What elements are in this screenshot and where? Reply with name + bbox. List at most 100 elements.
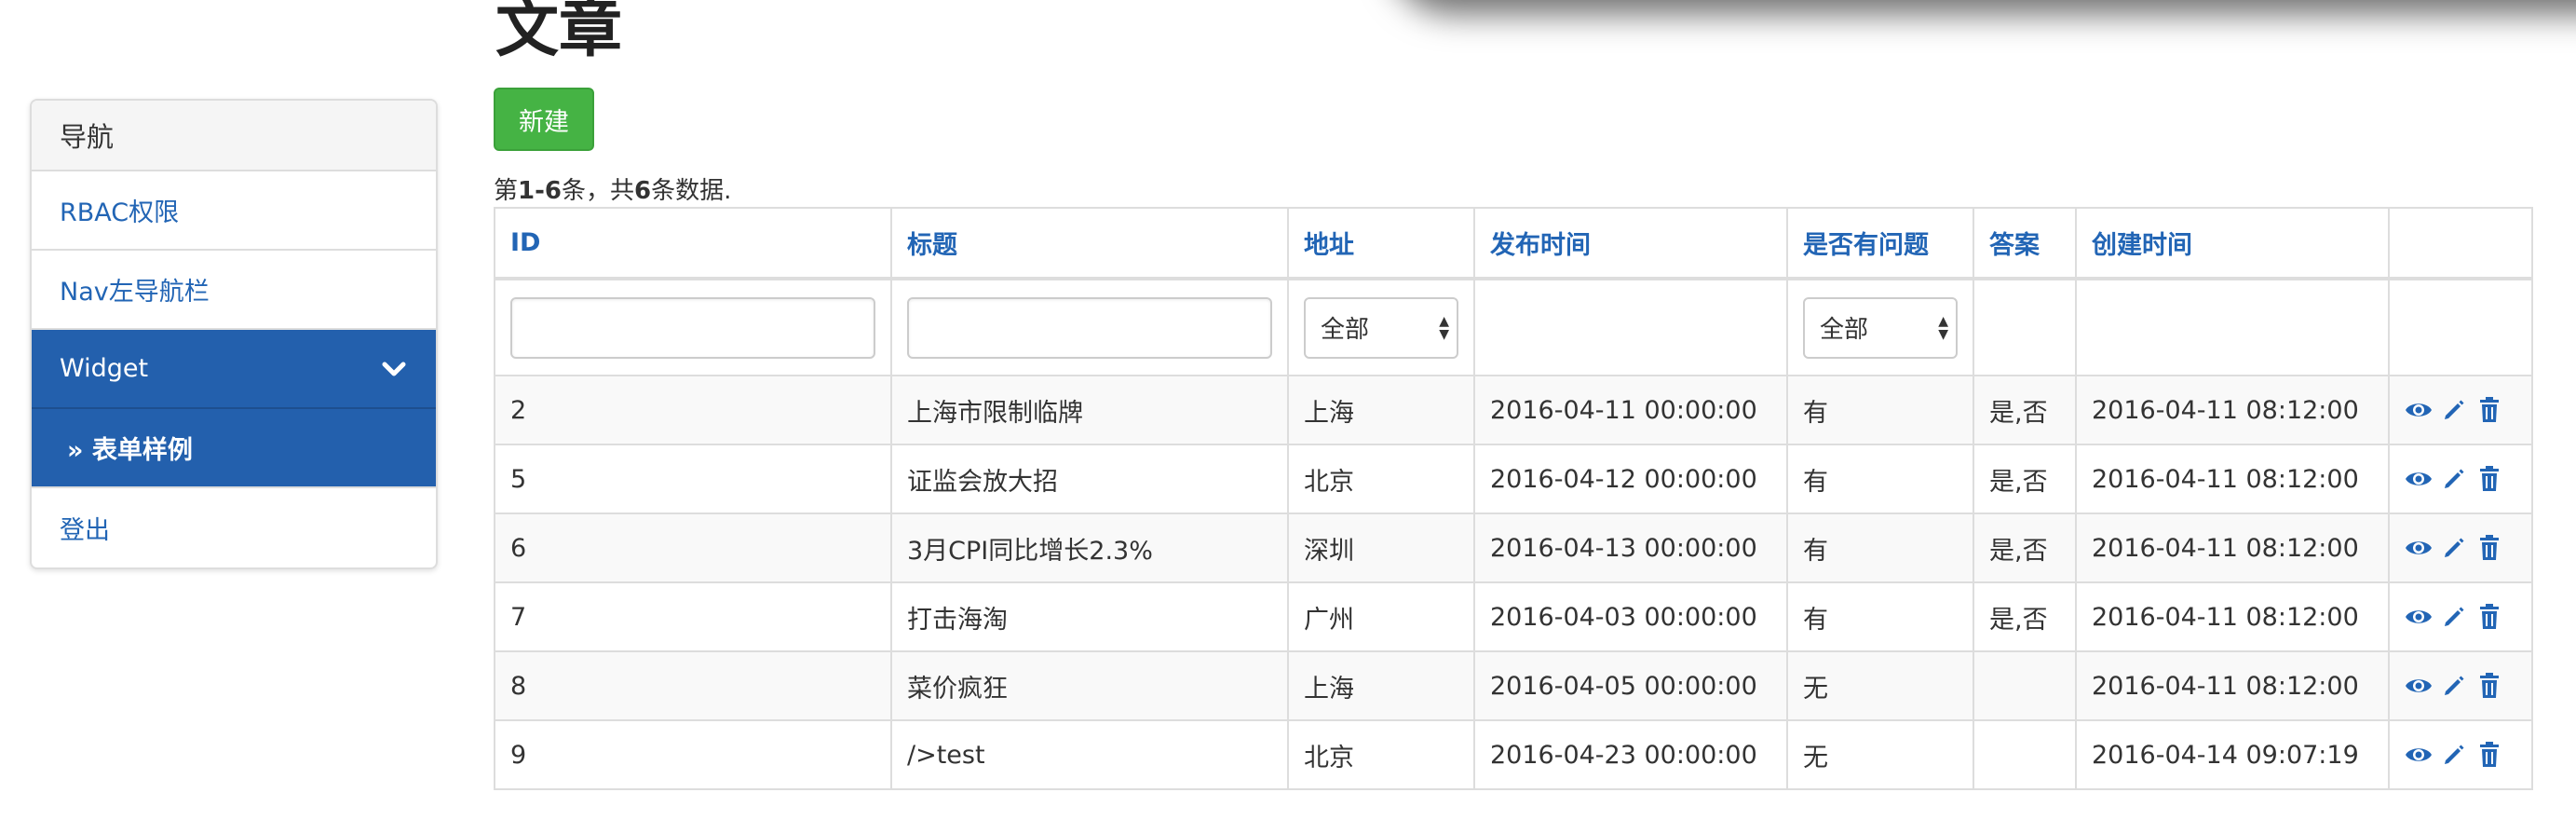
summary-text: 第1-6条，共6条数据. <box>494 171 731 206</box>
summary-mid: 条，共 <box>562 177 635 205</box>
pencil-icon[interactable] <box>2440 672 2468 700</box>
cell-actions <box>2388 512 2533 583</box>
sidebar-item-label: Nav左导航栏 <box>60 278 210 307</box>
trash-icon[interactable] <box>2475 396 2503 424</box>
pencil-icon[interactable] <box>2440 465 2468 493</box>
new-button[interactable]: 新建 <box>494 88 594 151</box>
select-arrows-icon: ▲ ▼ <box>1938 313 1948 342</box>
column-header-created[interactable]: 创建时间 <box>2075 207 2390 280</box>
cell-id: 7 <box>494 581 892 652</box>
problem-filter-select[interactable]: 全部 ▲ ▼ <box>1803 296 1958 359</box>
row-actions <box>2405 465 2516 493</box>
cell-answer <box>1973 719 2077 790</box>
table-row: 6 3月CPI同比增长2.3% 深圳 2016-04-13 00:00:00 有是,否 2… <box>494 512 2533 583</box>
cell-answer: 是,否 <box>1973 375 2077 445</box>
pencil-icon[interactable] <box>2440 741 2468 769</box>
eye-icon[interactable] <box>2405 396 2433 424</box>
cell-answer: 是,否 <box>1973 444 2077 514</box>
filter-cell <box>2075 278 2390 376</box>
chevron-down-icon <box>380 355 408 383</box>
filter-cell: 全部 ▲ ▼ <box>1287 278 1475 376</box>
cell-address: 深圳 <box>1287 512 1475 583</box>
select-value: 全部 <box>1321 316 1370 344</box>
cell-problem: 有 <box>1786 581 1974 652</box>
cell-address: 上海 <box>1287 375 1475 445</box>
page-title: 文章 <box>495 0 623 66</box>
pencil-icon[interactable] <box>2440 603 2468 631</box>
eye-icon[interactable] <box>2405 672 2433 700</box>
cell-problem: 有 <box>1786 375 1974 445</box>
summary-total: 6 <box>634 177 652 205</box>
cell-title: 3月CPI同比增长2.3% <box>890 512 1289 583</box>
column-header-id[interactable]: ID <box>494 207 892 280</box>
filter-cell <box>890 278 1289 376</box>
filter-cell <box>2388 278 2533 376</box>
cell-created: 2016-04-11 08:12:00 <box>2075 581 2390 652</box>
cell-address: 上海 <box>1287 650 1475 721</box>
column-header-actions <box>2388 207 2533 280</box>
cell-answer <box>1973 650 2077 721</box>
cell-address: 广州 <box>1287 581 1475 652</box>
filter-cell <box>1473 278 1788 376</box>
cell-problem: 有 <box>1786 444 1974 514</box>
table-row: 5 证监会放大招 北京 2016-04-12 00:00:00 有是,否 2016-04-… <box>494 444 2533 514</box>
table-row: 2 上海市限制临牌 上海 2016-04-11 00:00:00 有是,否 2016-04… <box>494 375 2533 445</box>
column-header-published[interactable]: 发布时间 <box>1473 207 1788 280</box>
sidebar-item-label: Widget <box>60 354 149 383</box>
sidebar-item-widget[interactable]: Widget <box>32 330 436 409</box>
cell-address: 北京 <box>1287 719 1475 790</box>
sidebar-item-label: RBAC权限 <box>60 198 180 227</box>
sidebar-nav: 导航 RBAC权限 Nav左导航栏 Widget » 表单样例 登出 <box>30 99 438 569</box>
cell-problem: 有 <box>1786 512 1974 583</box>
select-arrows-icon: ▲ ▼ <box>1439 313 1449 342</box>
title-filter-input[interactable] <box>907 296 1272 359</box>
cell-title: 菜价疯狂 <box>890 650 1289 721</box>
eye-icon[interactable] <box>2405 465 2433 493</box>
sidebar-item-form-sample[interactable]: » 表单样例 <box>32 409 436 488</box>
column-header-address[interactable]: 地址 <box>1287 207 1475 280</box>
cell-title: 打击海淘 <box>890 581 1289 652</box>
cell-created: 2016-04-11 08:12:00 <box>2075 444 2390 514</box>
cell-published: 2016-04-05 00:00:00 <box>1473 650 1788 721</box>
filter-cell: 全部 ▲ ▼ <box>1786 278 1974 376</box>
cell-id: 5 <box>494 444 892 514</box>
articles-table: ID 标题 地址 发布时间 是否有问题 答案 创建时间 全部 ▲▼ 全部 ▲ <box>494 207 2533 790</box>
column-header-title[interactable]: 标题 <box>890 207 1289 280</box>
summary-suffix: 条数据. <box>651 177 732 205</box>
trash-icon[interactable] <box>2475 741 2503 769</box>
trash-icon[interactable] <box>2475 465 2503 493</box>
sidebar-item-logout[interactable]: 登出 <box>32 488 436 567</box>
trash-icon[interactable] <box>2475 603 2503 631</box>
sidebar-item-label: 登出 <box>60 516 110 545</box>
cell-created: 2016-04-11 08:12:00 <box>2075 375 2390 445</box>
eye-icon[interactable] <box>2405 741 2433 769</box>
pencil-icon[interactable] <box>2440 534 2468 562</box>
table-row: 9/>test 北京 2016-04-23 00:00:00 无 2016-04-14 … <box>494 719 2533 790</box>
pencil-icon[interactable] <box>2440 396 2468 424</box>
cell-answer: 是,否 <box>1973 581 2077 652</box>
cell-id: 9 <box>494 719 892 790</box>
cell-id: 8 <box>494 650 892 721</box>
cell-actions <box>2388 650 2533 721</box>
cell-created: 2016-04-11 08:12:00 <box>2075 650 2390 721</box>
cell-title: 上海市限制临牌 <box>890 375 1289 445</box>
id-filter-input[interactable] <box>510 296 875 359</box>
cell-published: 2016-04-11 00:00:00 <box>1473 375 1788 445</box>
sidebar-heading: 导航 <box>32 101 436 171</box>
column-header-answer[interactable]: 答案 <box>1973 207 2077 280</box>
column-header-problem[interactable]: 是否有问题 <box>1786 207 1974 280</box>
trash-icon[interactable] <box>2475 672 2503 700</box>
cell-id: 2 <box>494 375 892 445</box>
cell-id: 6 <box>494 512 892 583</box>
cell-problem: 无 <box>1786 719 1974 790</box>
trash-icon[interactable] <box>2475 534 2503 562</box>
eye-icon[interactable] <box>2405 603 2433 631</box>
cell-actions <box>2388 581 2533 652</box>
row-actions <box>2405 603 2516 631</box>
address-filter-select[interactable]: 全部 ▲ ▼ <box>1304 296 1458 359</box>
cell-actions <box>2388 719 2533 790</box>
sidebar-item-nav[interactable]: Nav左导航栏 <box>32 251 436 330</box>
summary-prefix: 第 <box>494 177 519 205</box>
sidebar-item-rbac[interactable]: RBAC权限 <box>32 171 436 251</box>
eye-icon[interactable] <box>2405 534 2433 562</box>
